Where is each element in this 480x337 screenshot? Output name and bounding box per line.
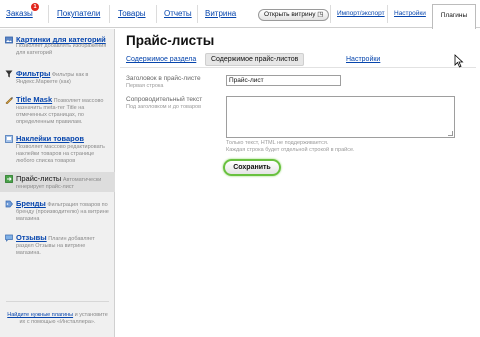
tab-section-content[interactable]: Содержимое раздела bbox=[126, 56, 196, 63]
plugin-title[interactable]: Title Mask bbox=[16, 95, 52, 104]
nav-import-export[interactable]: Импорт/экспорт bbox=[337, 10, 385, 17]
plugin-item-category-images[interactable]: Картинки для категорий Позволяет добавля… bbox=[0, 36, 115, 66]
open-storefront-label: Открыть витрину bbox=[264, 11, 316, 18]
image-icon bbox=[5, 36, 13, 44]
text-hint-2: Каждая строка будет отдельной строкой в … bbox=[226, 147, 355, 153]
sidebar-divider bbox=[6, 301, 109, 302]
find-plugins-link[interactable]: Найдите нужные плагины bbox=[7, 312, 73, 318]
nav-separator bbox=[330, 5, 331, 23]
plugin-title[interactable]: Прайс-листы bbox=[16, 174, 61, 183]
nav-reports[interactable]: Отчеты bbox=[164, 9, 192, 18]
open-storefront-button[interactable]: Открыть витрину ◳ bbox=[258, 9, 330, 21]
nav-products[interactable]: Товары bbox=[118, 9, 146, 18]
title-mask-icon bbox=[5, 96, 13, 105]
tab-price-list-content[interactable]: Содержимое прайс-листов bbox=[205, 53, 305, 66]
heading-input[interactable]: Прайс-лист bbox=[226, 75, 341, 86]
tab-settings[interactable]: Настройки bbox=[346, 56, 380, 63]
plugin-title[interactable]: Картинки для категорий bbox=[16, 36, 111, 44]
reviews-icon bbox=[5, 234, 13, 242]
plugin-title[interactable]: Наклейки товаров bbox=[16, 134, 84, 143]
plugin-description: Позволяет добавлять изображения для кате… bbox=[16, 43, 107, 56]
accompanying-text-area[interactable] bbox=[226, 96, 455, 138]
nav-storefront[interactable]: Витрина bbox=[205, 9, 236, 18]
plugin-title[interactable]: Отзывы bbox=[16, 233, 47, 242]
sidebar-footer: Найдите нужные плагины и установите их с… bbox=[6, 312, 109, 326]
page-title: Прайс-листы bbox=[126, 33, 215, 48]
top-navigation: Заказы 1 Покупатели Товары Отчеты Витрин… bbox=[0, 0, 480, 29]
plugin-item-title-mask[interactable]: Title Mask Позволяет массово назначить m… bbox=[0, 96, 115, 126]
nav-separator bbox=[387, 5, 388, 23]
text-field-hint: Под заголовком и до товаров bbox=[126, 104, 201, 110]
plugin-description: Позволяет массово редактировать наклейки… bbox=[16, 144, 105, 164]
sticker-icon bbox=[5, 135, 13, 143]
nav-separator bbox=[48, 5, 49, 23]
save-button[interactable]: Сохранить bbox=[223, 159, 281, 176]
plugin-item-reviews[interactable]: Отзывы Плагин добавляет раздел Отзывы на… bbox=[0, 234, 115, 264]
nav-orders[interactable]: Заказы bbox=[6, 9, 33, 18]
plugin-item-product-stickers[interactable]: Наклейки товаров Позволяет массово редак… bbox=[0, 135, 115, 167]
nav-separator bbox=[156, 5, 157, 23]
nav-separator bbox=[109, 5, 110, 23]
plugin-item-price-lists[interactable]: Прайс-листы Автоматически генерирует пра… bbox=[0, 172, 115, 192]
nav-settings[interactable]: Настройки bbox=[394, 10, 426, 17]
price-list-icon bbox=[5, 175, 13, 183]
plugins-sidebar: Картинки для категорий Позволяет добавля… bbox=[0, 29, 115, 337]
text-hint-1: Только текст, HTML не поддерживается. bbox=[226, 140, 329, 146]
plugin-item-filters[interactable]: Фильтры Фильтры как в Яндекс.Маркете (ка… bbox=[0, 70, 115, 92]
nav-customers[interactable]: Покупатели bbox=[57, 9, 100, 18]
storefront-icon: ◳ bbox=[317, 11, 324, 18]
text-field-label: Сопроводительный текст bbox=[126, 96, 203, 103]
resize-grip-icon[interactable] bbox=[448, 131, 453, 136]
plugin-title[interactable]: Фильтры bbox=[16, 69, 50, 78]
orders-badge: 1 bbox=[31, 3, 39, 11]
filter-icon bbox=[5, 70, 13, 78]
plugin-item-brands[interactable]: Бренды Фильтрация товаров по бренду (про… bbox=[0, 200, 115, 230]
heading-field-hint: Первая строка bbox=[126, 83, 164, 89]
plugin-title[interactable]: Бренды bbox=[16, 199, 46, 208]
mouse-cursor-icon bbox=[454, 54, 464, 68]
nav-plugins-tab[interactable]: Плагины bbox=[432, 4, 476, 29]
nav-separator bbox=[197, 5, 198, 23]
brand-icon bbox=[5, 200, 13, 208]
heading-field-label: Заголовок в прайс-листе bbox=[126, 75, 201, 82]
tabs-divider bbox=[120, 67, 476, 68]
